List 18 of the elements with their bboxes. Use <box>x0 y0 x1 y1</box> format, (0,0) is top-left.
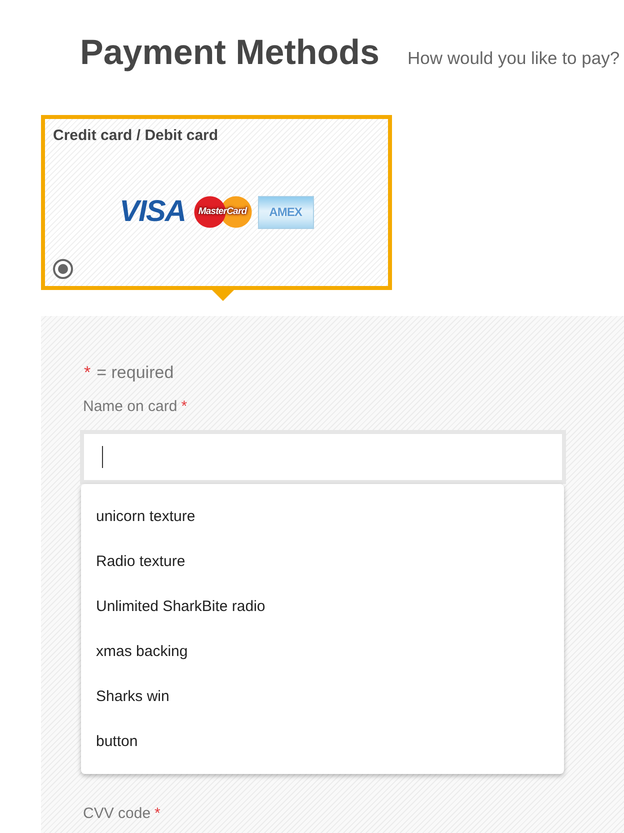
amex-logo: AMEX <box>258 196 314 228</box>
suggestion-item[interactable]: xmas backing <box>81 629 564 674</box>
suggestion-item[interactable]: button <box>81 719 564 764</box>
pointer-arrow-icon <box>212 290 234 301</box>
visa-logo: VISA <box>119 199 187 225</box>
text-cursor-icon <box>102 446 103 468</box>
suggestion-item[interactable]: Radio texture <box>81 539 564 584</box>
suggestion-item[interactable]: Sharks win <box>81 674 564 719</box>
page-title: Payment Methods <box>80 33 380 73</box>
suggestion-item[interactable]: Unlimited SharkBite radio <box>81 584 564 629</box>
field-label: CVV code * <box>83 805 162 823</box>
required-note: * = required <box>84 363 175 383</box>
suggestion-item[interactable]: unicorn texture <box>81 494 564 539</box>
field-label: Name on card * <box>83 398 188 416</box>
text-input-field[interactable] <box>80 430 566 484</box>
radio-button[interactable] <box>53 259 73 279</box>
card-label: Credit card / Debit card <box>53 127 218 145</box>
page-subtitle: How would you like to pay? <box>408 48 620 69</box>
